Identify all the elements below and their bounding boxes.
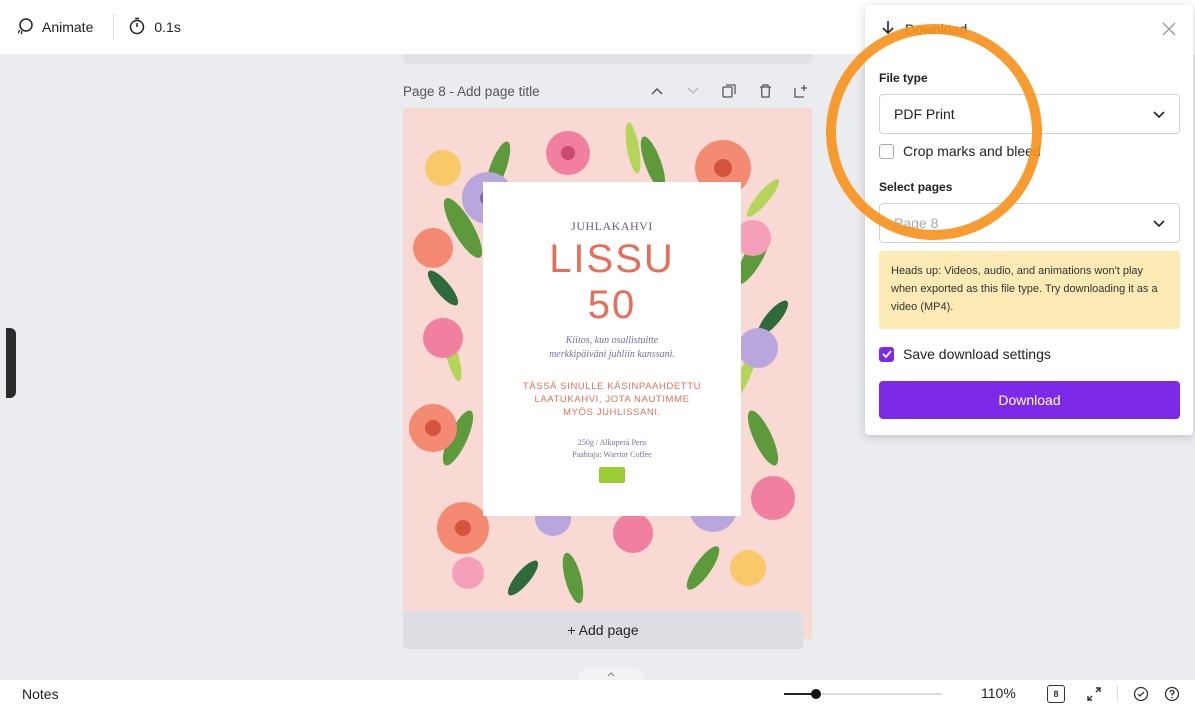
design-page[interactable]: JUHLAKAHVI LISSU 50 Kiitos, kun osallist…: [403, 108, 812, 639]
help-icon[interactable]: [1161, 683, 1183, 705]
card-caps-line2: LAATUKAHVI, JOTA NAUTIMME: [534, 394, 690, 405]
card-title-line1: LISSU: [549, 237, 675, 281]
page-count-button[interactable]: 8: [1045, 683, 1067, 705]
card-caps-line1: TÄSSÄ SINULLE KÄSINPAAHDETTU: [522, 381, 702, 392]
save-settings-checkbox[interactable]: [879, 346, 894, 362]
chevron-up-small-icon: [607, 669, 615, 679]
zoom-slider[interactable]: [784, 689, 942, 699]
export-warning-notice: Heads up: Videos, audio, and animations …: [879, 251, 1180, 329]
bottom-divider: [1117, 686, 1118, 702]
chevron-down-icon: [1153, 215, 1165, 231]
card-small-line2: Paahtaja: Warrior Coffee: [572, 450, 652, 459]
animate-button[interactable]: Animate: [16, 17, 93, 38]
download-button[interactable]: Download: [879, 381, 1180, 419]
add-page-button[interactable]: + Add page: [403, 611, 803, 649]
chevron-down-icon: [1153, 106, 1165, 122]
collapse-pages-toggle[interactable]: [578, 667, 644, 681]
stopwatch-icon: [128, 17, 146, 38]
invitation-card: JUHLAKAHVI LISSU 50 Kiitos, kun osallist…: [483, 182, 741, 516]
notes-button[interactable]: Notes: [22, 686, 59, 702]
page-tools: [646, 80, 812, 102]
timer-value: 0.1s: [154, 19, 181, 35]
check-circle-icon[interactable]: [1130, 683, 1152, 705]
duplicate-page-icon[interactable]: [718, 80, 740, 102]
save-settings-checkbox-row[interactable]: Save download settings: [879, 346, 1051, 362]
animate-icon: [16, 17, 34, 38]
card-sub-line2: merkkipäivänі juhliin kanssani.: [549, 349, 675, 360]
chevron-down-icon[interactable]: [682, 80, 704, 102]
timer-button[interactable]: 0.1s: [128, 17, 181, 38]
zoom-slider-handle[interactable]: [810, 689, 821, 699]
page-header: Page 8 - Add page title: [403, 80, 812, 102]
pages-icon: 8: [1047, 685, 1065, 703]
add-page-icon[interactable]: [790, 80, 812, 102]
animate-label: Animate: [42, 19, 94, 35]
checkmark-icon: [881, 350, 892, 358]
card-small-line1: 250g / Alkuperä Peru: [577, 438, 647, 447]
close-icon[interactable]: [1159, 19, 1179, 39]
bottom-bar: Notes 110% 8: [0, 680, 1195, 707]
card-title-line2: 50: [587, 283, 637, 327]
card-eyebrow: JUHLAKAHVI: [571, 219, 653, 233]
side-panel-toggle[interactable]: [6, 328, 16, 398]
toolbar-divider: [113, 14, 115, 40]
trash-icon[interactable]: [754, 80, 776, 102]
zoom-value[interactable]: 110%: [981, 685, 1016, 701]
card-sub-line1: Kiitos, kun osallistuitte: [565, 335, 659, 346]
page-title[interactable]: Page 8 - Add page title: [403, 84, 540, 99]
fullscreen-icon[interactable]: [1083, 683, 1105, 705]
card-caps-line3: MYÖS JUHLISSANI.: [563, 407, 661, 418]
eu-organic-logo: [599, 467, 625, 483]
save-settings-label: Save download settings: [903, 346, 1051, 362]
chevron-up-icon[interactable]: [646, 80, 668, 102]
previous-page-edge: [403, 54, 812, 64]
